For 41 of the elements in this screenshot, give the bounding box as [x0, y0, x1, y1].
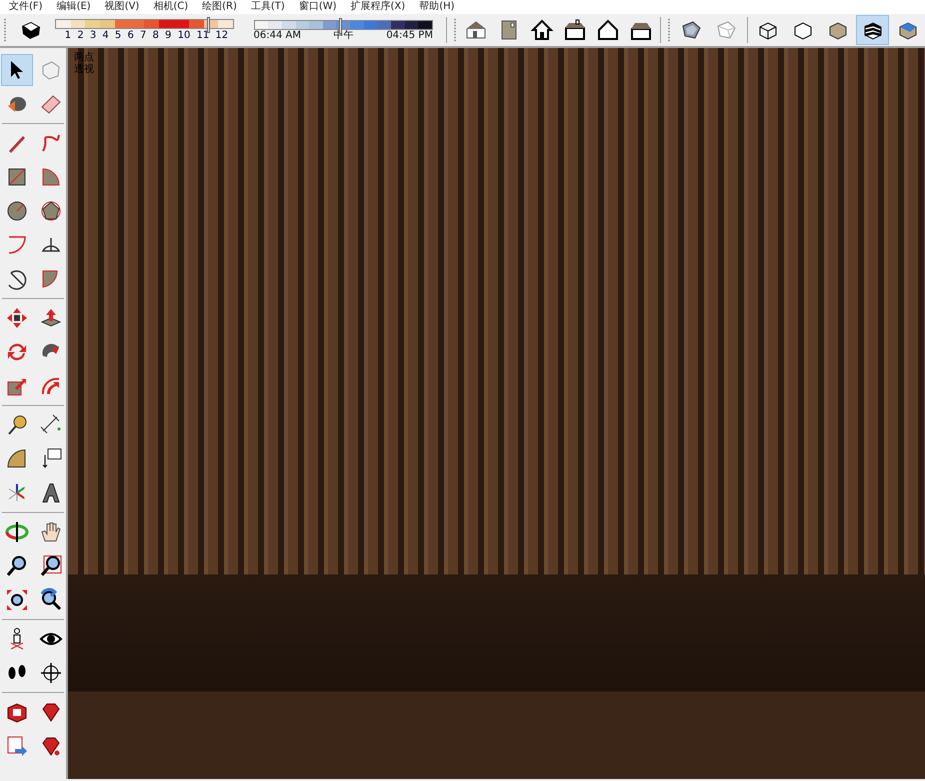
menu-item[interactable]: 视图(V): [100, 0, 144, 14]
camera-mode-label: 两点透视: [74, 52, 95, 76]
slider-label: 10: [178, 30, 190, 41]
slider-label: 11: [196, 30, 210, 41]
slider-label: 2: [77, 30, 84, 41]
menu-item[interactable]: 工具(T): [246, 0, 290, 14]
slider-label: 9: [165, 30, 172, 41]
house-icon: [530, 18, 554, 42]
house-icon: [562, 18, 587, 42]
slider-label: 3: [90, 30, 96, 41]
shaded-textures-button[interactable]: [856, 15, 890, 45]
magnifier-icon: [5, 588, 29, 612]
menu-item[interactable]: 窗口(W): [294, 0, 342, 14]
slider-label: 8: [152, 30, 159, 41]
magnifier-icon: [39, 554, 63, 578]
slider-label: 4: [102, 30, 109, 41]
upload-icon: [5, 734, 29, 758]
move-arrows-icon: [5, 306, 29, 330]
slider-label: 6: [127, 30, 134, 41]
slider-label: 06:44 AM: [254, 30, 301, 40]
slider-label: 12: [215, 30, 228, 41]
house-icon: [596, 18, 620, 42]
menu-item[interactable]: 帮助(H): [414, 0, 460, 14]
menu-item[interactable]: 文件(F): [4, 0, 48, 14]
slider-label: 04:45 PM: [386, 30, 433, 40]
circle-icon: [5, 199, 29, 223]
hand-icon: [39, 520, 63, 544]
magnifier-icon: [39, 588, 63, 612]
menu-item[interactable]: 扩展程序(X): [346, 0, 410, 14]
polygon-icon: [39, 199, 63, 223]
slider-label: 5: [114, 30, 122, 41]
slider-thumb[interactable]: [207, 17, 210, 33]
crosshair-icon: [39, 661, 63, 685]
slider-label: 1: [64, 30, 72, 41]
slider-label: 7: [140, 30, 146, 41]
select-button[interactable]: [1, 54, 33, 86]
orbit-icon: [5, 520, 29, 544]
menu-item[interactable]: 绘图(R): [197, 0, 242, 14]
menu-item[interactable]: 相机(C): [148, 0, 194, 14]
magnifier-icon: [5, 554, 29, 578]
menu-item[interactable]: 编辑(E): [52, 0, 96, 14]
